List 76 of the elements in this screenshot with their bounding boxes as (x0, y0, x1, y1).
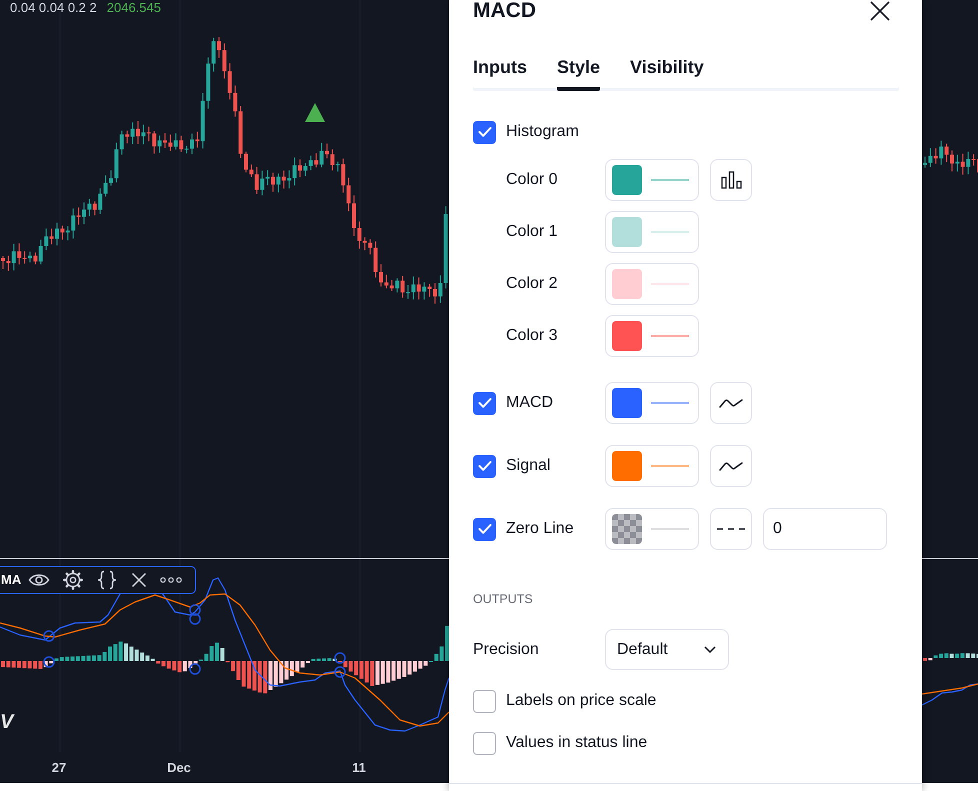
chevron-down-icon (704, 646, 716, 653)
option-label: Labels on price scale (506, 691, 656, 711)
settings-icon[interactable] (63, 570, 84, 590)
checkmark-icon (478, 460, 492, 472)
crossing-marker-icon (189, 604, 201, 616)
crossing-marker-icon (334, 652, 346, 664)
crossing-marker-icon (189, 663, 201, 675)
color-picker-button[interactable] (605, 445, 699, 487)
histogram-series (923, 653, 978, 661)
plot-label: Color 0 (506, 170, 558, 190)
crossing-marker-icon (189, 613, 201, 625)
candlestick-series (923, 140, 978, 176)
checkbox[interactable] (473, 454, 496, 478)
color-picker-button[interactable] (605, 263, 699, 305)
checkbox[interactable] (473, 690, 496, 712)
color-picker-button[interactable] (605, 159, 699, 201)
plot-label: MACD (506, 393, 554, 413)
plot-label: Signal (506, 456, 550, 476)
plot-style-button[interactable] (710, 445, 752, 487)
time-label: 27 (52, 760, 66, 775)
price-value: 2046.545 (106, 0, 161, 15)
wave-line-icon (719, 461, 743, 471)
time-label: 11 (352, 760, 366, 775)
tab[interactable]: Visibility (630, 50, 704, 91)
more-icon[interactable] (160, 577, 182, 583)
dialog-title: MACD (473, 0, 536, 22)
line-preview-icon (651, 528, 689, 530)
wave-line-icon (719, 398, 743, 408)
dashed-line-icon (717, 528, 745, 530)
checkbox[interactable] (473, 392, 496, 414)
line-preview-icon (651, 179, 689, 181)
signal-line (922, 683, 978, 695)
plot-label: Histogram (506, 122, 579, 142)
checkbox[interactable] (473, 518, 496, 540)
braces-icon[interactable] (96, 570, 118, 590)
plot-label: Color 1 (506, 222, 558, 242)
checkbox[interactable] (473, 732, 496, 754)
line-preview-icon (651, 335, 689, 337)
tab[interactable]: Style (557, 50, 600, 91)
plot-label: Color 2 (506, 274, 558, 294)
line-preview-icon (651, 231, 689, 233)
precision-label: Precision (473, 640, 539, 660)
crossing-marker-icon (43, 630, 55, 642)
plot-style-button[interactable] (710, 382, 752, 424)
precision-select[interactable]: Default (605, 629, 729, 670)
checkmark-icon (478, 397, 492, 409)
color-picker-button[interactable] (605, 211, 699, 253)
checkmark-icon (478, 126, 492, 138)
checkmark-icon (478, 523, 492, 535)
close-button[interactable] (870, 1, 890, 21)
legend-values: 0.04 0.04 0.2 2 (10, 0, 97, 15)
close-icon (870, 1, 890, 21)
bar-chart-icon (720, 171, 742, 189)
option-label: Values in status line (506, 733, 648, 753)
section-heading: OUTPUTS (473, 591, 533, 608)
color-picker-button[interactable] (605, 382, 699, 424)
time-label: Dec (167, 760, 191, 775)
crossing-marker-icon (334, 666, 346, 678)
macd-line (922, 683, 978, 706)
checkbox[interactable] (473, 120, 496, 144)
crossing-marker-icon (43, 656, 55, 668)
indicator-name: MA (1, 571, 22, 590)
line-preview-icon (651, 402, 689, 404)
tab[interactable]: Inputs (473, 50, 527, 91)
logo-text: V (0, 711, 14, 733)
color-picker-button[interactable] (605, 508, 699, 550)
plot-label: Zero Line (506, 519, 574, 539)
close-icon[interactable] (131, 572, 148, 588)
line-preview-icon (651, 283, 689, 285)
zero-value-field[interactable]: 0 (763, 508, 887, 550)
color-picker-button[interactable] (605, 315, 699, 357)
up-triangle-icon (305, 103, 325, 122)
eye-icon[interactable] (28, 572, 50, 588)
line-preview-icon (651, 465, 689, 467)
plot-label: Color 3 (506, 326, 558, 346)
plot-style-button[interactable] (710, 159, 752, 201)
